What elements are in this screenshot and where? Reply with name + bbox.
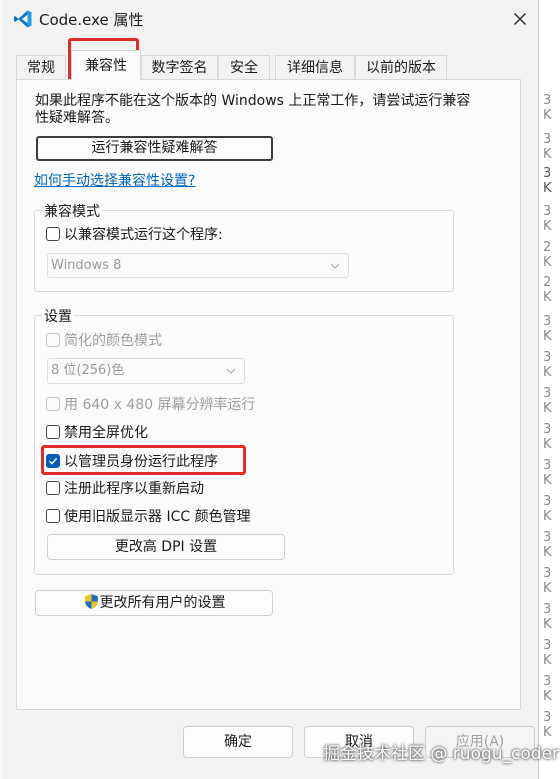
chevron-down-icon <box>226 368 236 374</box>
checkmark-icon <box>49 457 58 465</box>
chevron-down-icon <box>330 263 340 269</box>
ok-button[interactable]: 确定 <box>183 726 293 758</box>
fullscreen-opt-row[interactable]: 禁用全屏优化 <box>46 422 148 442</box>
register-restart-row[interactable]: 注册此程序以重新启动 <box>46 478 204 498</box>
tab-compatibility[interactable]: 兼容性 <box>71 50 141 80</box>
bg-size: 3 K <box>543 314 552 344</box>
bg-size: 3 K <box>543 638 552 668</box>
tab-strip: 常规 兼容性 数字签名 安全 详细信息 以前的版本 <box>2 0 538 80</box>
register-restart-checkbox[interactable] <box>46 481 60 495</box>
run-as-admin-row[interactable]: 以管理员身份运行此程序 <box>46 451 218 471</box>
run-as-admin-checkbox[interactable] <box>46 454 60 468</box>
legacy-icc-label: 使用旧版显示器 ICC 颜色管理 <box>64 509 251 525</box>
bg-size: 3 K <box>543 674 552 704</box>
settings-title: 设置 <box>42 306 74 326</box>
watermark-text: 掘金技术社区 @ ruogu_coder <box>323 744 560 764</box>
tab-details[interactable]: 详细信息 <box>275 55 355 79</box>
legacy-icc-checkbox[interactable] <box>46 509 60 523</box>
bg-size: 3 K <box>543 422 552 452</box>
compat-mode-value: Windows 8 <box>51 258 122 273</box>
bg-size: 3 K <box>543 710 552 740</box>
tab-previous-versions[interactable]: 以前的版本 <box>355 55 447 79</box>
bg-size: 3 K <box>543 566 552 596</box>
legacy-icc-row[interactable]: 使用旧版显示器 ICC 颜色管理 <box>46 506 251 526</box>
reduced-color-checkbox <box>46 333 60 347</box>
res-640-label: 用 640 x 480 屏幕分辨率运行 <box>64 397 256 413</box>
tab-general[interactable]: 常规 <box>16 55 66 79</box>
uac-shield-icon <box>84 594 98 609</box>
background-file-list: 3 K 3 K 3 K 3 K 2 K 2 K 3 K 3 K 3 K 3 K … <box>538 0 560 779</box>
res-640-row: 用 640 x 480 屏幕分辨率运行 <box>46 394 256 414</box>
compat-mode-group: 兼容模式 以兼容模式运行这个程序: Windows 8 <box>34 201 454 292</box>
bg-size: 3 K <box>543 494 552 524</box>
high-dpi-button[interactable]: 更改高 DPI 设置 <box>47 534 285 560</box>
properties-dialog: Code.exe 属性 常规 兼容性 数字签名 安全 详细信息 以前的版本 如果… <box>2 0 539 779</box>
manual-settings-link[interactable]: 如何手动选择兼容性设置? <box>34 170 195 190</box>
register-restart-label: 注册此程序以重新启动 <box>64 481 204 497</box>
bg-size: 3 K <box>543 93 552 123</box>
compat-description: 如果此程序不能在这个版本的 Windows 上正常工作，请尝试运行兼容性疑难解答… <box>35 93 471 126</box>
bg-size: 3 K <box>543 132 552 162</box>
reduced-color-label: 简化的颜色模式 <box>64 333 162 349</box>
res-640-checkbox <box>46 397 60 411</box>
bg-size: 3 K <box>543 350 552 380</box>
all-users-button[interactable]: 更改所有用户的设置 <box>35 590 273 616</box>
run-as-admin-label: 以管理员身份运行此程序 <box>64 454 218 470</box>
color-depth-select: 8 位(256)色 <box>47 358 245 384</box>
bg-size: 3 K <box>543 458 552 488</box>
compat-mode-title: 兼容模式 <box>42 201 102 221</box>
tab-digital-signatures[interactable]: 数字签名 <box>141 55 218 79</box>
all-users-label: 更改所有用户的设置 <box>99 595 226 611</box>
bg-size: 3 K <box>543 602 552 632</box>
fullscreen-opt-label: 禁用全屏优化 <box>64 425 148 441</box>
bg-size: 2 K <box>543 240 552 270</box>
compat-mode-checkbox[interactable] <box>46 227 60 241</box>
bg-size: 3 K <box>543 386 552 416</box>
color-depth-value: 8 位(256)色 <box>51 363 125 378</box>
compat-mode-label: 以兼容模式运行这个程序: <box>64 227 223 243</box>
bg-size: 3 K <box>543 530 552 560</box>
compat-mode-row[interactable]: 以兼容模式运行这个程序: <box>46 224 223 244</box>
settings-group: 设置 简化的颜色模式 8 位(256)色 用 640 x 480 屏幕分辨率运行… <box>34 306 454 575</box>
reduced-color-row: 简化的颜色模式 <box>46 330 162 350</box>
bg-size: 3 K <box>543 204 552 234</box>
tab-security[interactable]: 安全 <box>218 55 270 79</box>
bg-size: 3 K <box>543 166 552 196</box>
run-troubleshooter-button[interactable]: 运行兼容性疑难解答 <box>36 136 273 161</box>
fullscreen-opt-checkbox[interactable] <box>46 425 60 439</box>
compat-mode-select: Windows 8 <box>47 253 349 278</box>
compatibility-panel: 如果此程序不能在这个版本的 Windows 上正常工作，请尝试运行兼容性疑难解答… <box>16 79 521 710</box>
bg-size: 2 K <box>543 275 552 305</box>
